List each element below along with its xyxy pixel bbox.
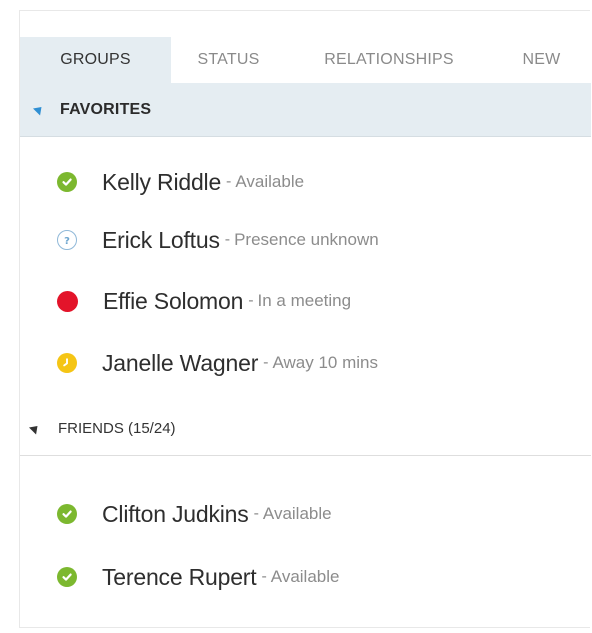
group-header-favorites[interactable]: FAVORITES — [20, 83, 591, 137]
contact-name: Kelly Riddle — [102, 168, 222, 195]
group-header-friends[interactable]: FRIENDS (15/24) — [20, 402, 591, 456]
contact-status: In a meeting — [257, 291, 352, 310]
presence-unknown-question-icon: ? — [57, 230, 77, 250]
contact-name: Effie Solomon — [103, 287, 244, 314]
separator: - — [248, 292, 254, 309]
presence-available-check-icon — [57, 504, 77, 524]
contact-row[interactable]: Janelle Wagner - Away 10 mins — [20, 341, 591, 385]
contact-status: Available — [262, 504, 332, 523]
presence-busy-dot-icon — [57, 290, 78, 312]
tab-new[interactable]: NEW — [492, 37, 591, 83]
group-title: FAVORITES — [60, 100, 152, 118]
contact-row[interactable]: Effie Solomon - In a meeting — [20, 279, 591, 323]
contact-row[interactable]: Kelly Riddle - Available — [20, 160, 591, 204]
tab-bar: GROUPS STATUS RELATIONSHIPS NEW — [20, 37, 591, 83]
separator: - — [261, 568, 267, 585]
contact-status: Available — [270, 567, 340, 586]
contact-name: Terence Rupert — [102, 563, 257, 590]
separator: - — [263, 354, 269, 371]
presence-available-check-icon — [57, 567, 77, 587]
svg-text:?: ? — [64, 236, 70, 246]
tab-status[interactable]: STATUS — [171, 37, 286, 83]
contact-name: Janelle Wagner — [102, 349, 259, 376]
contact-name: Clifton Judkins — [102, 500, 249, 527]
tab-relationships[interactable]: RELATIONSHIPS — [286, 37, 492, 83]
separator: - — [253, 505, 259, 522]
expand-caret-icon — [32, 103, 46, 116]
presence-away-clock-icon — [57, 353, 77, 373]
contact-status: Away 10 mins — [272, 353, 378, 372]
tab-groups[interactable]: GROUPS — [20, 37, 171, 83]
separator: - — [224, 231, 231, 248]
contacts-panel: GROUPS STATUS RELATIONSHIPS NEW FAVORITE… — [19, 10, 591, 628]
contact-name: Erick Loftus — [102, 226, 220, 253]
separator: - — [226, 173, 232, 190]
group-title: FRIENDS (15/24) — [58, 420, 176, 437]
expand-caret-icon — [28, 422, 42, 435]
contact-row[interactable]: Terence Rupert - Available — [20, 555, 591, 599]
contact-row[interactable]: ? Erick Loftus - Presence unknown — [20, 218, 591, 262]
contact-status: Available — [235, 172, 305, 191]
contact-row[interactable]: Clifton Judkins - Available — [20, 492, 591, 536]
contact-status: Presence unknown — [234, 230, 379, 249]
presence-available-check-icon — [57, 172, 77, 192]
